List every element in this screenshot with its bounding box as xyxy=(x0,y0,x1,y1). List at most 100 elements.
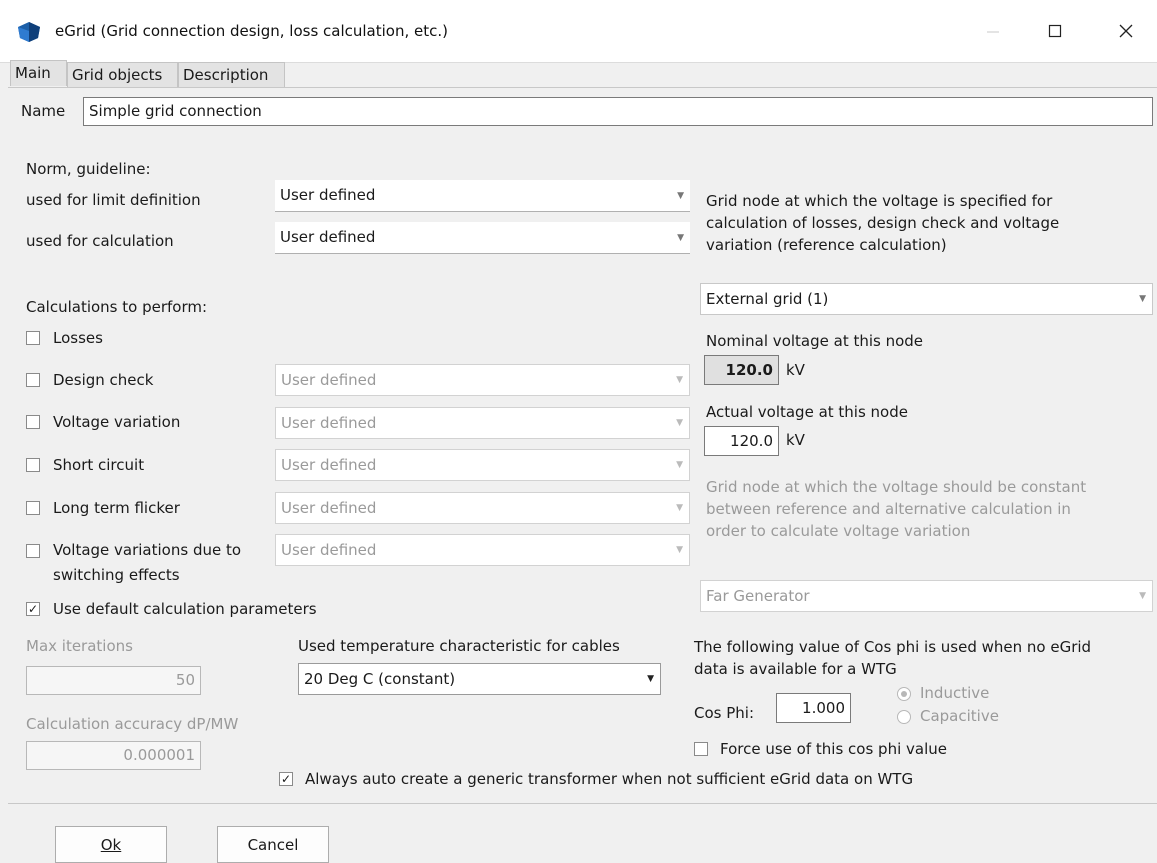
losses-label: Losses xyxy=(53,329,103,347)
name-input[interactable]: Simple grid connection xyxy=(83,97,1153,126)
calculation-norm-dropdown[interactable]: User defined ▼ xyxy=(275,222,690,254)
close-icon xyxy=(1119,24,1133,38)
capacitive-label: Capacitive xyxy=(920,707,999,725)
constant-node-description: Grid node at which the voltage should be… xyxy=(706,476,1086,542)
switching-effects-label: Voltage variations due to xyxy=(53,541,242,559)
ok-button-label: Ok xyxy=(100,835,122,854)
short-circuit-checkbox[interactable] xyxy=(26,458,40,472)
temperature-dropdown[interactable]: 20 Deg C (constant) ▼ xyxy=(298,663,661,695)
switching-effects-checkbox[interactable] xyxy=(26,544,40,558)
cosphi-description: The following value of Cos phi is used w… xyxy=(694,636,1091,680)
chevron-down-icon: ▼ xyxy=(647,674,654,684)
chevron-down-icon: ▼ xyxy=(676,503,683,513)
limit-definition-label: used for limit definition xyxy=(26,191,201,209)
checkmark-icon: ✓ xyxy=(280,772,292,786)
design-check-dropdown[interactable]: User defined ▼ xyxy=(275,364,690,396)
chevron-down-icon: ▼ xyxy=(676,460,683,470)
short-circuit-value: User defined xyxy=(281,456,377,474)
reference-node-description: Grid node at which the voltage is specif… xyxy=(706,190,1059,256)
chevron-down-icon: ▼ xyxy=(676,375,683,385)
max-iterations-input[interactable]: 50 xyxy=(26,666,201,695)
long-term-flicker-checkbox[interactable] xyxy=(26,501,40,515)
cancel-button[interactable]: Cancel xyxy=(217,826,329,863)
checkmark-icon: ✓ xyxy=(27,602,39,616)
long-term-flicker-label: Long term flicker xyxy=(53,499,180,517)
tab-main[interactable]: Main xyxy=(10,60,67,86)
calculation-norm-label: used for calculation xyxy=(26,232,174,250)
voltage-variation-checkbox[interactable] xyxy=(26,415,40,429)
maximize-icon xyxy=(1048,24,1062,38)
switching-effects-value: User defined xyxy=(281,541,377,559)
inductive-radio[interactable] xyxy=(897,687,911,701)
inductive-label: Inductive xyxy=(920,684,990,702)
design-check-checkbox[interactable] xyxy=(26,373,40,387)
temperature-value: 20 Deg C (constant) xyxy=(304,670,456,688)
use-default-params-label: Use default calculation parameters xyxy=(53,600,317,618)
nominal-voltage-label: Nominal voltage at this node xyxy=(706,332,924,350)
reference-node-text-line: variation (reference calculation) xyxy=(706,236,947,254)
reference-node-dropdown[interactable]: External grid (1) ▼ xyxy=(700,283,1153,315)
name-label: Name xyxy=(21,102,66,120)
cosphi-input[interactable]: 1.000 xyxy=(776,693,851,723)
use-default-params-checkbox[interactable]: ✓ xyxy=(26,602,40,616)
long-term-flicker-value: User defined xyxy=(281,499,377,517)
voltage-variation-value: User defined xyxy=(281,414,377,432)
close-button[interactable] xyxy=(1103,14,1149,48)
capacitive-radio[interactable] xyxy=(897,710,911,724)
nominal-voltage-input: 120.0 xyxy=(704,355,779,385)
nominal-voltage-unit: kV xyxy=(786,361,805,379)
chevron-down-icon: ▼ xyxy=(1139,294,1146,304)
limit-definition-value: User defined xyxy=(280,186,376,204)
minimize-button[interactable] xyxy=(970,14,1016,48)
constant-node-text-line: Grid node at which the voltage should be… xyxy=(706,478,1087,496)
maximize-button[interactable] xyxy=(1032,14,1078,48)
window-title: eGrid (Grid connection design, loss calc… xyxy=(55,22,448,40)
actual-voltage-input[interactable]: 120.0 xyxy=(704,426,779,456)
voltage-variation-dropdown[interactable]: User defined ▼ xyxy=(275,407,690,439)
cosphi-text-line: The following value of Cos phi is used w… xyxy=(694,638,1092,656)
short-circuit-dropdown[interactable]: User defined ▼ xyxy=(275,449,690,481)
reference-node-text-line: Grid node at which the voltage is specif… xyxy=(706,192,1053,210)
switching-effects-label-line2: switching effects xyxy=(53,566,180,584)
actual-voltage-unit: kV xyxy=(786,431,805,449)
ok-button[interactable]: Ok xyxy=(55,826,167,863)
tab-description[interactable]: Description xyxy=(178,62,285,88)
chevron-down-icon: ▼ xyxy=(677,232,684,243)
egrid-app-icon xyxy=(18,22,40,42)
chevron-down-icon: ▼ xyxy=(677,190,684,201)
reference-node-value: External grid (1) xyxy=(706,290,829,308)
accuracy-input[interactable]: 0.000001 xyxy=(26,741,201,770)
cosphi-label: Cos Phi: xyxy=(694,704,755,722)
norm-heading: Norm, guideline: xyxy=(26,160,151,178)
cancel-button-label: Cancel xyxy=(247,835,299,854)
losses-checkbox[interactable] xyxy=(26,331,40,345)
temperature-label: Used temperature characteristic for cabl… xyxy=(298,637,620,655)
calculation-norm-value: User defined xyxy=(280,228,376,246)
limit-definition-dropdown[interactable]: User defined ▼ xyxy=(275,180,690,212)
minimize-icon xyxy=(987,31,999,33)
constant-node-value: Far Generator xyxy=(706,587,810,605)
chevron-down-icon: ▼ xyxy=(676,418,683,428)
calculations-heading: Calculations to perform: xyxy=(26,298,208,316)
footer-divider xyxy=(8,803,1157,804)
switching-effects-dropdown[interactable]: User defined ▼ xyxy=(275,534,690,566)
max-iterations-label: Max iterations xyxy=(26,637,133,655)
constant-node-dropdown[interactable]: Far Generator ▼ xyxy=(700,580,1153,612)
voltage-variation-label: Voltage variation xyxy=(53,413,181,431)
accuracy-label: Calculation accuracy dP/MW xyxy=(26,715,239,733)
chevron-down-icon: ▼ xyxy=(676,545,683,555)
radio-selected-dot xyxy=(901,691,907,697)
chevron-down-icon: ▼ xyxy=(1139,591,1146,601)
title-bar: eGrid (Grid connection design, loss calc… xyxy=(0,0,1157,63)
reference-node-text-line: calculation of losses, design check and … xyxy=(706,214,1060,232)
design-check-label: Design check xyxy=(53,371,154,389)
design-check-value: User defined xyxy=(281,371,377,389)
cosphi-text-line: data is available for a WTG xyxy=(694,660,897,678)
tab-grid-objects[interactable]: Grid objects xyxy=(67,62,178,88)
auto-transformer-checkbox[interactable]: ✓ xyxy=(279,772,293,786)
actual-voltage-label: Actual voltage at this node xyxy=(706,403,908,421)
force-cosphi-label: Force use of this cos phi value xyxy=(720,740,947,758)
constant-node-text-line: between reference and alternative calcul… xyxy=(706,500,1071,518)
long-term-flicker-dropdown[interactable]: User defined ▼ xyxy=(275,492,690,524)
force-cosphi-checkbox[interactable] xyxy=(694,742,708,756)
